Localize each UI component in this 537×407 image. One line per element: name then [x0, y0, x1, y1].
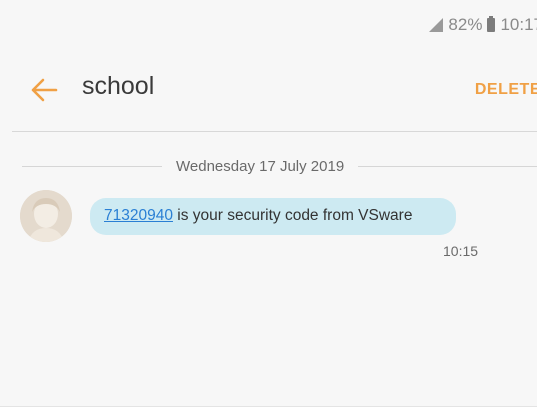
message-text: is your security code from VSware [172, 207, 413, 224]
date-line-right [358, 165, 537, 167]
battery-icon [487, 16, 496, 32]
signal-icon [429, 18, 444, 32]
back-arrow-icon[interactable] [30, 77, 58, 103]
battery-percent: 82% [448, 15, 483, 34]
status-bar: 82% 10:17 [0, 0, 537, 50]
security-code-link[interactable]: 71320940 [104, 207, 173, 224]
app-bar-divider [12, 131, 537, 132]
date-separator: Wednesday 17 July 2019 [22, 154, 537, 178]
message-bubble[interactable]: 71320940 is your security code from VSwa… [90, 198, 456, 235]
delete-button[interactable]: DELETE [475, 81, 537, 99]
app-bar: school DELETE [0, 50, 537, 130]
status-time: 10:17 [500, 15, 537, 34]
conversation-title: school [82, 72, 155, 100]
message-time: 10:15 [443, 243, 479, 259]
messages-screen: 82% 10:17 school DELETE Wednesday 17 Jul… [0, 0, 537, 407]
date-line-left [22, 165, 162, 167]
contact-avatar-icon[interactable] [20, 190, 72, 242]
date-label: Wednesday 17 July 2019 [176, 157, 345, 175]
